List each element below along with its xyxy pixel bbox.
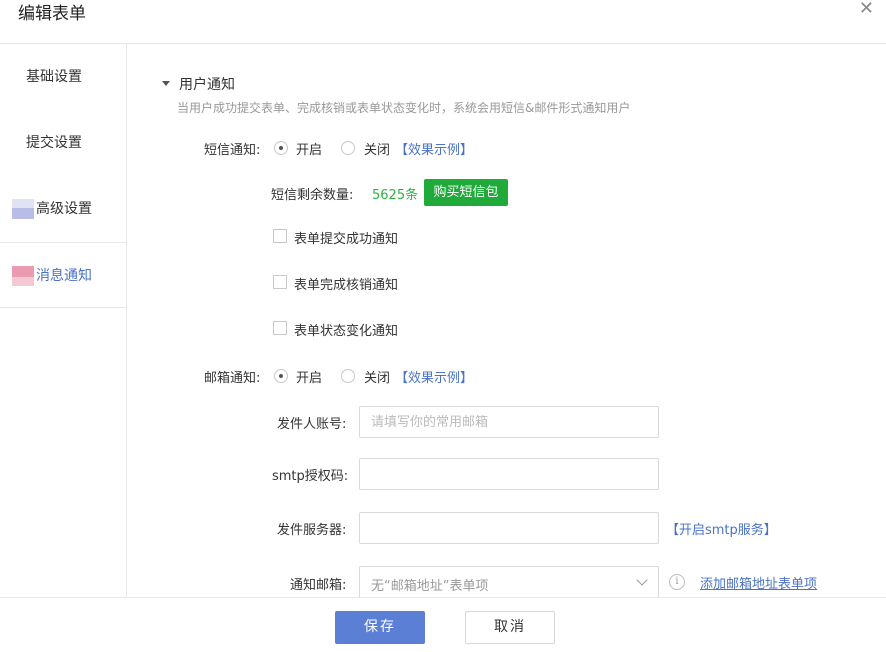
sms-remaining-count: 5625条 (372, 188, 419, 203)
sender-account-input[interactable] (359, 406, 659, 438)
email-on-label[interactable]: 开启 (296, 367, 322, 386)
sms-on-label[interactable]: 开启 (296, 139, 322, 158)
smtp-server-input[interactable] (359, 512, 659, 544)
writeoff-complete-checkbox[interactable] (273, 275, 287, 289)
submit-success-checkbox[interactable] (273, 229, 287, 243)
writeoff-complete-label[interactable]: 表单完成核销通知 (294, 274, 398, 293)
sms-on-radio[interactable] (274, 141, 288, 155)
notification-icon (12, 266, 34, 286)
sms-off-radio[interactable] (341, 141, 355, 155)
sms-example-link[interactable]: 【效果示例】 (395, 139, 473, 158)
smtp-code-input[interactable] (359, 458, 659, 490)
sidebar-item-label: 提交设置 (26, 135, 82, 151)
sidebar-item-notifications[interactable]: 消息通知 (0, 242, 127, 308)
status-change-checkbox[interactable] (273, 321, 287, 335)
dialog-footer: 保存 取消 (0, 597, 886, 652)
sidebar-item-basic[interactable]: 基础设置 (0, 44, 127, 110)
main-content: 用户通知 当用户成功提交表单、完成核销或表单状态变化时，系统会用短信&邮件形式通… (128, 44, 886, 597)
sidebar: 基础设置 提交设置 高级设置 消息通知 (0, 44, 127, 597)
chevron-down-icon (636, 574, 648, 586)
smtp-server-label: 发件服务器: (277, 523, 347, 538)
enable-smtp-link[interactable]: 【开启smtp服务】 (666, 519, 777, 538)
buy-sms-button[interactable]: 购买短信包 (424, 179, 508, 206)
sms-remaining-label: 短信剩余数量: (271, 188, 354, 203)
email-on-radio[interactable] (274, 369, 288, 383)
info-icon[interactable]: i (669, 574, 685, 590)
dialog-header: 编辑表单 ✕ (0, 0, 886, 44)
sms-off-label[interactable]: 关闭 (364, 139, 390, 158)
sidebar-item-label: 高级设置 (36, 201, 92, 217)
sidebar-item-submit[interactable]: 提交设置 (0, 110, 127, 176)
sidebar-item-label: 基础设置 (26, 69, 82, 85)
cancel-button[interactable]: 取消 (465, 611, 555, 644)
smtp-code-label: smtp授权码: (272, 469, 349, 484)
section-description: 当用户成功提交表单、完成核销或表单状态变化时，系统会用短信&邮件形式通知用户 (177, 101, 631, 115)
section-title: 用户通知 (179, 77, 235, 93)
sender-account-label: 发件人账号: (277, 417, 347, 432)
notify-email-select-value: 无“邮箱地址”表单项 (371, 579, 489, 594)
submit-success-label[interactable]: 表单提交成功通知 (294, 228, 398, 247)
status-change-label[interactable]: 表单状态变化通知 (294, 320, 398, 339)
advanced-settings-icon (12, 199, 34, 219)
notify-email-label: 通知邮箱: (290, 578, 347, 593)
add-email-field-link[interactable]: 添加邮箱地址表单项 (700, 573, 817, 592)
caret-down-icon[interactable] (162, 81, 170, 86)
notify-email-select[interactable]: 无“邮箱地址”表单项 (359, 566, 659, 597)
close-icon[interactable]: ✕ (859, 0, 874, 18)
email-example-link[interactable]: 【效果示例】 (395, 367, 473, 386)
email-notify-label: 邮箱通知: (204, 371, 261, 386)
dialog-title: 编辑表单 (18, 4, 86, 24)
sms-notify-label: 短信通知: (204, 143, 261, 158)
email-off-radio[interactable] (341, 369, 355, 383)
email-off-label[interactable]: 关闭 (364, 367, 390, 386)
save-button[interactable]: 保存 (335, 611, 425, 644)
sidebar-item-advanced[interactable]: 高级设置 (0, 176, 127, 242)
sidebar-item-label: 消息通知 (36, 268, 92, 284)
